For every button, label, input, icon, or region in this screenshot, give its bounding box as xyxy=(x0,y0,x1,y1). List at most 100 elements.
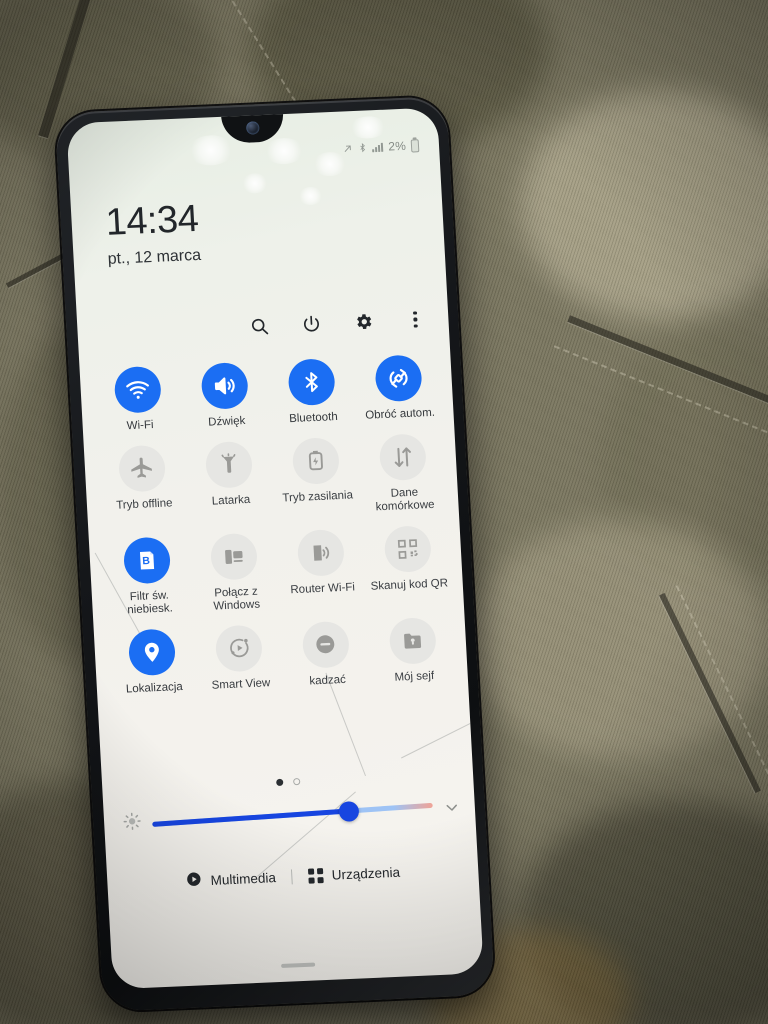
screen-crack xyxy=(325,672,366,777)
status-bar: 2% xyxy=(342,138,420,155)
fabric-stitching xyxy=(675,585,768,793)
media-button[interactable]: Multimedia xyxy=(185,867,276,891)
chevron-down-icon[interactable] xyxy=(442,798,461,817)
tile-label: Tryb offline xyxy=(115,496,173,512)
mobile-data-icon xyxy=(378,432,427,481)
bluetooth-icon xyxy=(287,358,336,407)
tile-label: Smart View xyxy=(211,677,271,692)
tile-label: Filtr św. niebiesk. xyxy=(127,589,174,617)
sound-icon xyxy=(200,361,250,410)
tile-power-mode[interactable]: Tryb zasilania xyxy=(271,436,362,520)
clock-block: 14:34 pt., 12 marca xyxy=(104,197,202,269)
battery-icon xyxy=(410,138,420,153)
airplane-icon xyxy=(118,444,167,493)
tile-secure-folder[interactable]: Mój sejf xyxy=(368,616,458,686)
smartphone-device: 2% 14:34 pt., 12 marca Wi‑Fi Dźwięk Blue… xyxy=(54,95,496,1012)
hotspot-icon xyxy=(296,528,345,577)
search-icon[interactable] xyxy=(248,315,271,338)
brightness-icon xyxy=(122,811,143,832)
tile-label: Bluetooth xyxy=(288,411,339,426)
brightness-slider-row xyxy=(122,797,462,832)
screen-glare xyxy=(263,137,305,165)
camo-blob xyxy=(520,800,768,1024)
screen-glare xyxy=(298,186,324,206)
tile-label: Lokalizacja xyxy=(125,680,184,696)
tile-blue-light-filter[interactable]: B Filtr św. niebiesk. xyxy=(103,535,194,619)
clock-time: 14:34 xyxy=(104,197,200,244)
nfc-icon xyxy=(342,143,354,154)
secure-folder-icon xyxy=(388,616,437,665)
overflow-menu-icon[interactable] xyxy=(404,308,427,331)
power-icon[interactable] xyxy=(300,313,323,336)
devices-button-label: Urządzenia xyxy=(331,864,401,883)
tile-bluetooth[interactable]: Bluetooth xyxy=(267,357,357,427)
tile-do-not-disturb[interactable]: kadzać xyxy=(281,620,371,690)
tile-label: Wi‑Fi xyxy=(126,419,154,433)
signal-bars-icon xyxy=(372,142,384,152)
tile-label: kadzać xyxy=(309,673,347,688)
tile-auto-rotate[interactable]: Obróć autom. xyxy=(354,353,444,423)
tile-location[interactable]: Lokalizacja xyxy=(108,627,198,697)
devices-button[interactable]: Urządzenia xyxy=(308,864,401,884)
phone-screen: 2% 14:34 pt., 12 marca Wi‑Fi Dźwięk Blue… xyxy=(66,107,484,990)
battery-saver-icon xyxy=(291,436,340,485)
tile-flashlight[interactable]: Latarka xyxy=(185,439,276,523)
link-to-windows-icon xyxy=(209,532,259,581)
tile-sound[interactable]: Dźwięk xyxy=(180,361,270,431)
camo-blob xyxy=(470,520,768,760)
blue-light-filter-icon: B xyxy=(123,536,172,585)
location-pin-icon xyxy=(128,628,177,677)
tile-label: Tryb zasilania xyxy=(282,488,354,505)
quick-panel-action-row xyxy=(248,308,427,338)
tile-mobile-data[interactable]: Dane komórkowe xyxy=(358,432,449,516)
tile-label: Latarka xyxy=(211,493,251,508)
fabric-seam xyxy=(567,315,768,412)
photograph-of-phone-on-fabric: 2% 14:34 pt., 12 marca Wi‑Fi Dźwięk Blue… xyxy=(0,0,768,1024)
clock-date: pt., 12 marca xyxy=(107,246,202,268)
screen-glare xyxy=(241,172,269,194)
brightness-slider-thumb[interactable] xyxy=(337,799,360,822)
tile-label: Połącz z Windows xyxy=(213,585,261,613)
flashlight-icon xyxy=(204,440,254,489)
smart-view-icon xyxy=(214,624,264,673)
tile-airplane-mode[interactable]: Tryb offline xyxy=(98,443,189,527)
qr-scan-icon xyxy=(383,524,432,573)
media-button-label: Multimedia xyxy=(210,869,277,888)
devices-grid-icon xyxy=(308,867,325,884)
tile-qr-scan[interactable]: Skanuj kod QR xyxy=(363,524,454,608)
camo-blob xyxy=(520,90,768,320)
svg-text:B: B xyxy=(142,555,151,567)
tile-label: Mój sejf xyxy=(394,669,435,684)
tile-label: Router Wi‑Fi xyxy=(290,581,356,596)
tile-label: Obróć autom. xyxy=(364,406,436,422)
tile-wifi-hotspot[interactable]: Router Wi‑Fi xyxy=(276,528,367,612)
play-circle-icon xyxy=(185,870,203,891)
screen-glare xyxy=(187,134,235,167)
auto-rotate-icon xyxy=(373,354,423,403)
screen-glare xyxy=(348,115,388,140)
quick-panel-footer: Multimedia Urządzenia xyxy=(107,858,479,894)
brightness-slider-fill xyxy=(152,808,349,827)
tile-smart-view[interactable]: Smart View xyxy=(194,623,284,693)
home-indicator-bar[interactable] xyxy=(280,962,315,968)
fabric-seam xyxy=(659,592,761,794)
page-indicator xyxy=(102,770,473,793)
do-not-disturb-icon xyxy=(301,620,350,669)
tile-link-to-windows[interactable]: Połącz z Windows xyxy=(189,531,280,615)
bluetooth-icon xyxy=(358,141,368,153)
footer-divider xyxy=(291,868,294,884)
gear-icon[interactable] xyxy=(352,310,375,333)
tile-wifi[interactable]: Wi‑Fi xyxy=(94,365,184,435)
tile-label: Dane komórkowe xyxy=(375,486,435,514)
page-dot[interactable] xyxy=(292,777,300,786)
battery-percent-label: 2% xyxy=(387,138,407,154)
fabric-stitching xyxy=(193,0,297,103)
brightness-slider[interactable] xyxy=(152,799,433,827)
waterdrop-notch-camera xyxy=(220,113,285,144)
page-dot-active[interactable] xyxy=(275,778,283,787)
camo-blob xyxy=(600,330,768,590)
tile-label: Skanuj kod QR xyxy=(370,577,449,593)
quick-settings-grid: Wi‑Fi Dźwięk Bluetooth Obróć autom. Tryb… xyxy=(94,353,459,697)
screen-crack xyxy=(401,690,484,759)
tile-label: Dźwięk xyxy=(207,415,246,429)
